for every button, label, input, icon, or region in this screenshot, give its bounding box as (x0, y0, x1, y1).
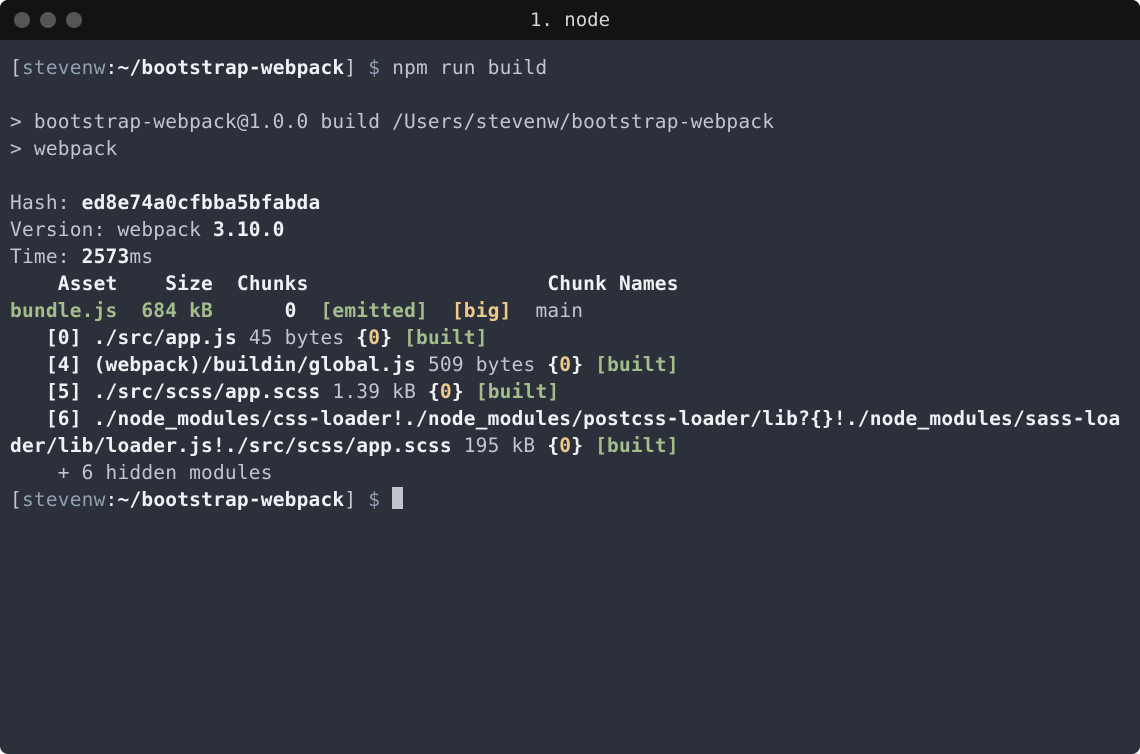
module-id: [0] (46, 326, 82, 349)
prompt-colon: : (106, 488, 118, 511)
chunk-brace-open: { (356, 326, 368, 349)
bundle-row: bundle.js 684 kB 0 [emitted] [big] main (10, 299, 583, 322)
module-size: 45 bytes (237, 326, 356, 349)
cursor-icon (392, 487, 403, 509)
command-text: npm run build (392, 56, 547, 79)
hash-line: Hash: ed8e74a0cfbba5bfabda (10, 191, 320, 214)
chunk-brace-close: } (380, 326, 404, 349)
time-value: 2573 (82, 245, 130, 268)
module-path: ./src/app.js (94, 326, 237, 349)
chunk-brace-open: { (547, 434, 559, 457)
module-row: [0] ./src/app.js 45 bytes {0} [built] (10, 326, 488, 349)
time-line: Time: 2573ms (10, 245, 153, 268)
module-chunk: 0 (559, 434, 571, 457)
module-row: [4] (webpack)/buildin/global.js 509 byte… (10, 353, 679, 376)
chunk-brace-open: { (547, 353, 559, 376)
module-built: [built] (595, 434, 679, 457)
time-unit: ms (129, 245, 153, 268)
module-row: [5] ./src/scss/app.scss 1.39 kB {0} [bui… (10, 380, 559, 403)
chunk-brace-close: } (452, 380, 476, 403)
hidden-modules: + 6 hidden modules (10, 461, 273, 484)
script-echo-line1: > bootstrap-webpack@1.0.0 build /Users/s… (10, 110, 774, 133)
bracket-close: ] (344, 488, 356, 511)
title-bar: 1. node (0, 0, 1140, 40)
script-echo-line2: > webpack (10, 137, 117, 160)
prompt-line: [stevenw:~/bootstrap-webpack] $ (10, 488, 403, 511)
bracket-close: ] (344, 56, 356, 79)
prompt-path: ~/bootstrap-webpack (118, 56, 345, 79)
chunk-brace-open: { (428, 380, 440, 403)
module-id: [5] (46, 380, 82, 403)
chunk-brace-close: } (571, 434, 595, 457)
hash-value: ed8e74a0cfbba5bfabda (82, 191, 321, 214)
prompt-user: stevenw (22, 488, 106, 511)
bundle-name: main (535, 299, 583, 322)
bundle-chunk-id: 0 (285, 299, 297, 322)
module-path: (webpack)/buildin/global.js (94, 353, 416, 376)
bundle-big: [big] (452, 299, 512, 322)
module-chunk: 0 (440, 380, 452, 403)
prompt-line: [stevenw:~/bootstrap-webpack] $ npm run … (10, 56, 547, 79)
module-built: [built] (404, 326, 488, 349)
hash-label: Hash: (10, 191, 82, 214)
table-header-row: Asset Size Chunks Chunk Names (10, 272, 679, 295)
version-label: Version: webpack (10, 218, 213, 241)
bundle-size: 684 kB (141, 299, 213, 322)
version-value: 3.10.0 (213, 218, 285, 241)
bracket-open: [ (10, 488, 22, 511)
module-built: [built] (476, 380, 560, 403)
header-chunks: Chunks (237, 272, 309, 295)
header-size: Size (165, 272, 213, 295)
module-chunk: 0 (559, 353, 571, 376)
module-size: 195 kB (452, 434, 548, 457)
module-size: 1.39 kB (320, 380, 427, 403)
time-label: Time: (10, 245, 82, 268)
prompt-symbol: $ (356, 56, 392, 79)
module-id: [4] (46, 353, 82, 376)
module-id: [6] (46, 407, 82, 430)
chunk-brace-close: } (571, 353, 595, 376)
bundle-file: bundle.js (10, 299, 117, 322)
module-path: ./src/scss/app.scss (94, 380, 321, 403)
header-chunk-names: Chunk Names (547, 272, 678, 295)
bracket-open: [ (10, 56, 22, 79)
module-size: 509 bytes (416, 353, 547, 376)
prompt-path: ~/bootstrap-webpack (118, 488, 345, 511)
terminal-window: 1. node [stevenw:~/bootstrap-webpack] $ … (0, 0, 1140, 754)
prompt-colon: : (106, 56, 118, 79)
version-line: Version: webpack 3.10.0 (10, 218, 285, 241)
terminal-body[interactable]: [stevenw:~/bootstrap-webpack] $ npm run … (0, 40, 1140, 754)
prompt-user: stevenw (22, 56, 106, 79)
module-chunk: 0 (368, 326, 380, 349)
prompt-symbol: $ (356, 488, 392, 511)
bundle-emitted: [emitted] (320, 299, 427, 322)
module-row: [6] ./node_modules/css-loader!./node_mod… (10, 407, 1120, 457)
header-asset: Asset (58, 272, 118, 295)
window-title: 1. node (0, 6, 1140, 35)
module-built: [built] (595, 353, 679, 376)
